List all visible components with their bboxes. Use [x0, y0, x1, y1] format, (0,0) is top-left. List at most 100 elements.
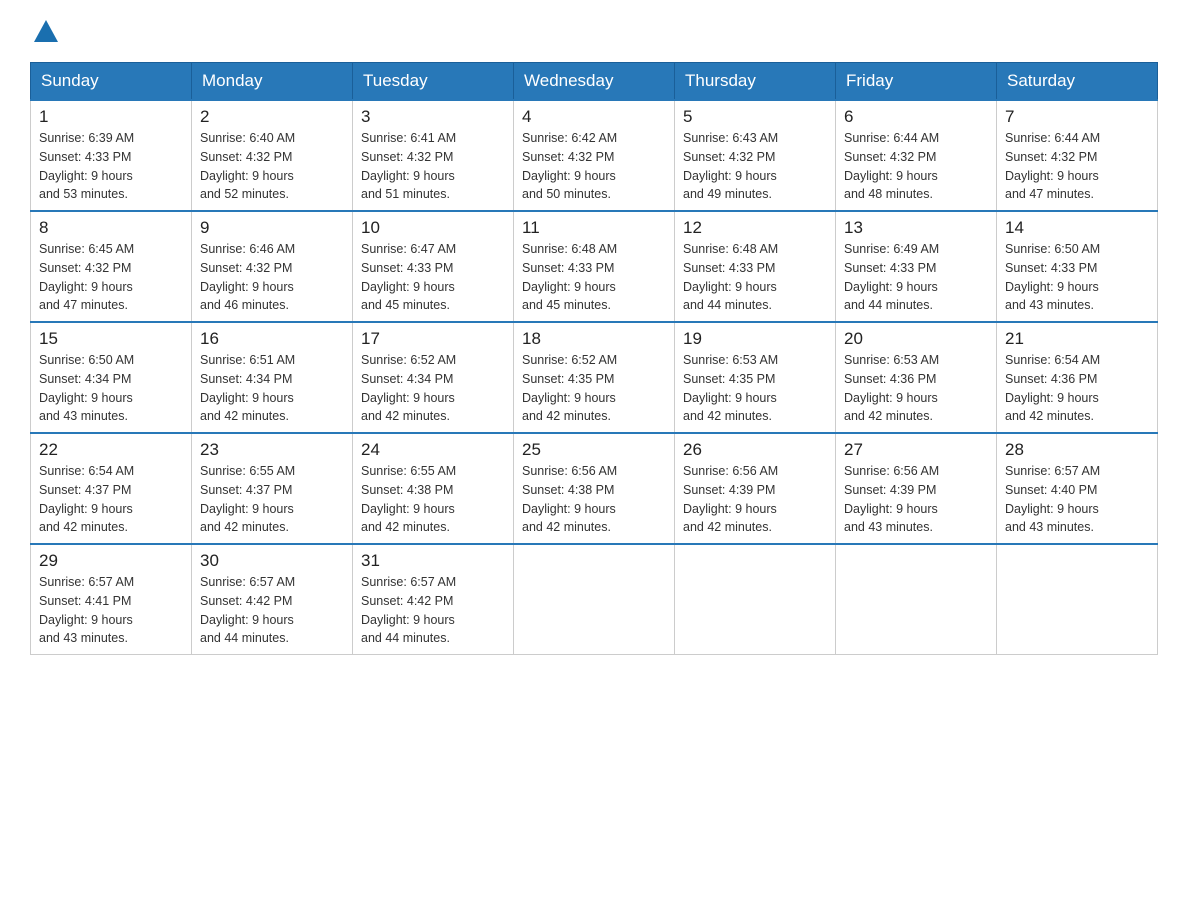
calendar-cell: 17 Sunrise: 6:52 AMSunset: 4:34 PMDaylig…	[353, 322, 514, 433]
day-info: Sunrise: 6:42 AMSunset: 4:32 PMDaylight:…	[522, 131, 617, 201]
day-info: Sunrise: 6:53 AMSunset: 4:35 PMDaylight:…	[683, 353, 778, 423]
day-number: 11	[522, 218, 666, 238]
day-info: Sunrise: 6:57 AMSunset: 4:42 PMDaylight:…	[361, 575, 456, 645]
day-number: 5	[683, 107, 827, 127]
day-info: Sunrise: 6:57 AMSunset: 4:42 PMDaylight:…	[200, 575, 295, 645]
day-number: 28	[1005, 440, 1149, 460]
calendar-cell: 30 Sunrise: 6:57 AMSunset: 4:42 PMDaylig…	[192, 544, 353, 655]
day-number: 17	[361, 329, 505, 349]
day-info: Sunrise: 6:41 AMSunset: 4:32 PMDaylight:…	[361, 131, 456, 201]
calendar-cell: 12 Sunrise: 6:48 AMSunset: 4:33 PMDaylig…	[675, 211, 836, 322]
calendar-cell: 14 Sunrise: 6:50 AMSunset: 4:33 PMDaylig…	[997, 211, 1158, 322]
day-info: Sunrise: 6:43 AMSunset: 4:32 PMDaylight:…	[683, 131, 778, 201]
day-info: Sunrise: 6:50 AMSunset: 4:33 PMDaylight:…	[1005, 242, 1100, 312]
day-info: Sunrise: 6:49 AMSunset: 4:33 PMDaylight:…	[844, 242, 939, 312]
calendar-cell: 16 Sunrise: 6:51 AMSunset: 4:34 PMDaylig…	[192, 322, 353, 433]
day-info: Sunrise: 6:44 AMSunset: 4:32 PMDaylight:…	[1005, 131, 1100, 201]
logo-triangle-icon	[32, 18, 60, 46]
day-info: Sunrise: 6:47 AMSunset: 4:33 PMDaylight:…	[361, 242, 456, 312]
calendar-cell: 15 Sunrise: 6:50 AMSunset: 4:34 PMDaylig…	[31, 322, 192, 433]
calendar-cell: 5 Sunrise: 6:43 AMSunset: 4:32 PMDayligh…	[675, 100, 836, 211]
day-info: Sunrise: 6:57 AMSunset: 4:41 PMDaylight:…	[39, 575, 134, 645]
calendar-cell: 26 Sunrise: 6:56 AMSunset: 4:39 PMDaylig…	[675, 433, 836, 544]
weekday-header-monday: Monday	[192, 63, 353, 101]
day-number: 14	[1005, 218, 1149, 238]
logo	[30, 20, 60, 46]
page-header	[30, 20, 1158, 46]
calendar-cell: 18 Sunrise: 6:52 AMSunset: 4:35 PMDaylig…	[514, 322, 675, 433]
day-number: 10	[361, 218, 505, 238]
calendar-table: SundayMondayTuesdayWednesdayThursdayFrid…	[30, 62, 1158, 655]
day-info: Sunrise: 6:54 AMSunset: 4:37 PMDaylight:…	[39, 464, 134, 534]
calendar-cell: 31 Sunrise: 6:57 AMSunset: 4:42 PMDaylig…	[353, 544, 514, 655]
day-info: Sunrise: 6:40 AMSunset: 4:32 PMDaylight:…	[200, 131, 295, 201]
calendar-cell: 7 Sunrise: 6:44 AMSunset: 4:32 PMDayligh…	[997, 100, 1158, 211]
day-number: 1	[39, 107, 183, 127]
day-number: 31	[361, 551, 505, 571]
day-info: Sunrise: 6:56 AMSunset: 4:39 PMDaylight:…	[683, 464, 778, 534]
week-row-4: 22 Sunrise: 6:54 AMSunset: 4:37 PMDaylig…	[31, 433, 1158, 544]
day-number: 27	[844, 440, 988, 460]
calendar-cell: 1 Sunrise: 6:39 AMSunset: 4:33 PMDayligh…	[31, 100, 192, 211]
day-number: 18	[522, 329, 666, 349]
calendar-cell: 9 Sunrise: 6:46 AMSunset: 4:32 PMDayligh…	[192, 211, 353, 322]
day-number: 4	[522, 107, 666, 127]
calendar-cell: 21 Sunrise: 6:54 AMSunset: 4:36 PMDaylig…	[997, 322, 1158, 433]
day-number: 22	[39, 440, 183, 460]
calendar-cell: 11 Sunrise: 6:48 AMSunset: 4:33 PMDaylig…	[514, 211, 675, 322]
day-info: Sunrise: 6:57 AMSunset: 4:40 PMDaylight:…	[1005, 464, 1100, 534]
day-info: Sunrise: 6:53 AMSunset: 4:36 PMDaylight:…	[844, 353, 939, 423]
day-number: 26	[683, 440, 827, 460]
day-number: 29	[39, 551, 183, 571]
day-info: Sunrise: 6:45 AMSunset: 4:32 PMDaylight:…	[39, 242, 134, 312]
day-number: 13	[844, 218, 988, 238]
day-number: 30	[200, 551, 344, 571]
calendar-cell: 3 Sunrise: 6:41 AMSunset: 4:32 PMDayligh…	[353, 100, 514, 211]
day-info: Sunrise: 6:39 AMSunset: 4:33 PMDaylight:…	[39, 131, 134, 201]
calendar-cell: 8 Sunrise: 6:45 AMSunset: 4:32 PMDayligh…	[31, 211, 192, 322]
day-info: Sunrise: 6:55 AMSunset: 4:37 PMDaylight:…	[200, 464, 295, 534]
weekday-header-friday: Friday	[836, 63, 997, 101]
calendar-cell: 2 Sunrise: 6:40 AMSunset: 4:32 PMDayligh…	[192, 100, 353, 211]
day-number: 19	[683, 329, 827, 349]
day-number: 23	[200, 440, 344, 460]
calendar-cell: 19 Sunrise: 6:53 AMSunset: 4:35 PMDaylig…	[675, 322, 836, 433]
calendar-cell: 25 Sunrise: 6:56 AMSunset: 4:38 PMDaylig…	[514, 433, 675, 544]
calendar-cell: 4 Sunrise: 6:42 AMSunset: 4:32 PMDayligh…	[514, 100, 675, 211]
week-row-1: 1 Sunrise: 6:39 AMSunset: 4:33 PMDayligh…	[31, 100, 1158, 211]
calendar-cell: 10 Sunrise: 6:47 AMSunset: 4:33 PMDaylig…	[353, 211, 514, 322]
day-number: 24	[361, 440, 505, 460]
week-row-2: 8 Sunrise: 6:45 AMSunset: 4:32 PMDayligh…	[31, 211, 1158, 322]
day-number: 2	[200, 107, 344, 127]
day-number: 3	[361, 107, 505, 127]
day-number: 7	[1005, 107, 1149, 127]
calendar-cell: 6 Sunrise: 6:44 AMSunset: 4:32 PMDayligh…	[836, 100, 997, 211]
day-info: Sunrise: 6:44 AMSunset: 4:32 PMDaylight:…	[844, 131, 939, 201]
day-info: Sunrise: 6:55 AMSunset: 4:38 PMDaylight:…	[361, 464, 456, 534]
calendar-cell	[675, 544, 836, 655]
day-number: 16	[200, 329, 344, 349]
day-info: Sunrise: 6:54 AMSunset: 4:36 PMDaylight:…	[1005, 353, 1100, 423]
day-number: 9	[200, 218, 344, 238]
calendar-cell: 28 Sunrise: 6:57 AMSunset: 4:40 PMDaylig…	[997, 433, 1158, 544]
calendar-cell	[836, 544, 997, 655]
calendar-cell: 22 Sunrise: 6:54 AMSunset: 4:37 PMDaylig…	[31, 433, 192, 544]
day-info: Sunrise: 6:56 AMSunset: 4:38 PMDaylight:…	[522, 464, 617, 534]
day-number: 15	[39, 329, 183, 349]
day-info: Sunrise: 6:51 AMSunset: 4:34 PMDaylight:…	[200, 353, 295, 423]
day-number: 25	[522, 440, 666, 460]
day-number: 12	[683, 218, 827, 238]
weekday-header-saturday: Saturday	[997, 63, 1158, 101]
weekday-header-tuesday: Tuesday	[353, 63, 514, 101]
calendar-cell: 27 Sunrise: 6:56 AMSunset: 4:39 PMDaylig…	[836, 433, 997, 544]
calendar-cell: 20 Sunrise: 6:53 AMSunset: 4:36 PMDaylig…	[836, 322, 997, 433]
weekday-header-wednesday: Wednesday	[514, 63, 675, 101]
week-row-5: 29 Sunrise: 6:57 AMSunset: 4:41 PMDaylig…	[31, 544, 1158, 655]
weekday-header-thursday: Thursday	[675, 63, 836, 101]
day-info: Sunrise: 6:56 AMSunset: 4:39 PMDaylight:…	[844, 464, 939, 534]
day-info: Sunrise: 6:46 AMSunset: 4:32 PMDaylight:…	[200, 242, 295, 312]
calendar-cell	[514, 544, 675, 655]
calendar-cell: 24 Sunrise: 6:55 AMSunset: 4:38 PMDaylig…	[353, 433, 514, 544]
calendar-cell	[997, 544, 1158, 655]
calendar-cell: 29 Sunrise: 6:57 AMSunset: 4:41 PMDaylig…	[31, 544, 192, 655]
